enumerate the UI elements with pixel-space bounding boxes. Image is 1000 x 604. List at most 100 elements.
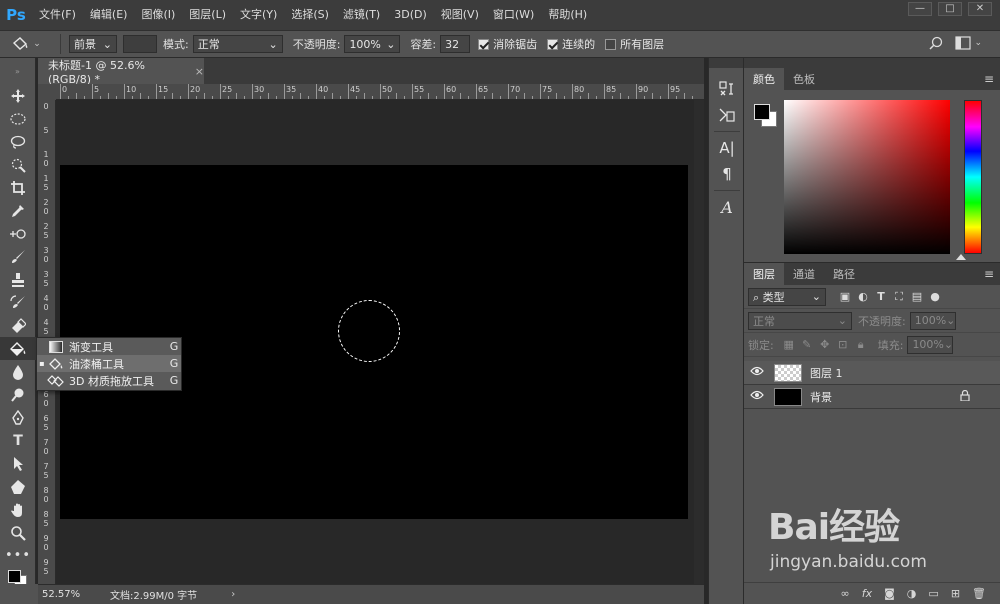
menu-3d[interactable]: 3D(D) <box>387 0 434 30</box>
search-icon[interactable] <box>928 36 944 55</box>
character-panel-icon[interactable]: A| <box>709 135 745 161</box>
brush-tool-icon[interactable] <box>0 245 36 268</box>
panel-menu-icon[interactable]: ≡ <box>984 72 994 86</box>
lasso-tool-icon[interactable] <box>0 130 36 153</box>
lock-all-icon[interactable]: 🔒︎ <box>852 338 870 352</box>
type-tool-icon[interactable]: T <box>0 429 36 452</box>
fx-icon[interactable]: fx <box>862 587 872 600</box>
eyedropper-tool-icon[interactable] <box>0 199 36 222</box>
tool-preset-picker[interactable]: ⌄ <box>0 36 52 52</box>
horizontal-ruler[interactable]: 0 5 10 15 20 25 30 35 40 45 50 55 60 65 70 75 80 85 90 95 <box>56 84 704 100</box>
pattern-picker[interactable] <box>123 35 157 53</box>
minimize-button[interactable]: — <box>908 2 932 16</box>
filter-pixel-icon[interactable]: ▣ <box>836 290 854 303</box>
layer-row[interactable]: 背景 <box>744 385 1000 409</box>
trash-icon[interactable]: 🗑︎ <box>972 587 986 600</box>
close-button[interactable]: ✕ <box>968 2 992 16</box>
menu-layer[interactable]: 图层(L) <box>182 0 233 30</box>
blend-mode-select[interactable]: 正常 ⌄ <box>748 311 852 330</box>
group-icon[interactable]: ▭ <box>928 587 938 600</box>
history-panel-icon[interactable] <box>709 76 745 102</box>
tab-paths[interactable]: 路径 <box>824 263 864 285</box>
menu-image[interactable]: 图像(I) <box>134 0 182 30</box>
new-layer-icon[interactable]: ⊞ <box>951 587 960 600</box>
dock-grip[interactable] <box>709 58 743 68</box>
shape-tool-icon[interactable] <box>0 475 36 498</box>
workspace-switcher[interactable]: ⌄ <box>955 36 982 50</box>
flyout-paint-bucket-tool[interactable]: ▪ 油漆桶工具 G <box>37 355 181 372</box>
layer-opacity-input[interactable]: 100% ⌄ <box>909 311 956 330</box>
eye-icon[interactable] <box>744 366 770 379</box>
paint-bucket-tool-icon[interactable] <box>0 337 36 360</box>
antialias-checkbox[interactable]: 消除锯齿 <box>478 36 537 52</box>
hue-slider-marker-icon[interactable] <box>956 254 966 260</box>
tab-layers[interactable]: 图层 <box>744 263 784 285</box>
contiguous-checkbox[interactable]: 连续的 <box>547 36 595 52</box>
all-layers-checkbox[interactable]: 所有图层 <box>605 36 664 52</box>
tab-channels[interactable]: 通道 <box>784 263 824 285</box>
zoom-tool-icon[interactable] <box>0 521 36 544</box>
eye-icon[interactable] <box>744 390 770 403</box>
filter-shape-icon[interactable]: ⛶ <box>890 290 908 304</box>
link-icon[interactable]: ∞ <box>841 587 850 600</box>
filter-toggle-icon[interactable]: ● <box>926 290 944 303</box>
zoom-level[interactable]: 52.57% <box>38 589 98 600</box>
marquee-tool-icon[interactable] <box>0 107 36 130</box>
quick-selection-tool-icon[interactable] <box>0 153 36 176</box>
document-tab[interactable]: 未标题-1 @ 52.6%(RGB/8) * × <box>38 58 204 86</box>
menu-select[interactable]: 选择(S) <box>284 0 336 30</box>
flyout-3d-material-drop-tool[interactable]: 3D 材质拖放工具 G <box>37 372 181 389</box>
menu-edit[interactable]: 编辑(E) <box>83 0 135 30</box>
panel-menu-icon[interactable]: ≡ <box>984 267 994 281</box>
menu-view[interactable]: 视图(V) <box>434 0 486 30</box>
path-selection-tool-icon[interactable] <box>0 452 36 475</box>
panel-grip[interactable] <box>744 58 1000 68</box>
layer-name[interactable]: 背景 <box>810 389 832 405</box>
pen-tool-icon[interactable] <box>0 406 36 429</box>
foreground-color-swatch[interactable] <box>8 570 21 583</box>
menu-filter[interactable]: 滤镜(T) <box>336 0 387 30</box>
close-icon[interactable]: × <box>195 65 204 78</box>
hand-tool-icon[interactable] <box>0 498 36 521</box>
flyout-gradient-tool[interactable]: 渐变工具 G <box>37 338 181 355</box>
filter-adjustment-icon[interactable]: ◐ <box>854 290 872 303</box>
ruler-origin[interactable] <box>38 84 56 100</box>
maximize-button[interactable]: □ <box>938 2 962 16</box>
clone-stamp-tool-icon[interactable] <box>0 268 36 291</box>
menu-file[interactable]: 文件(F) <box>32 0 83 30</box>
filter-smart-object-icon[interactable]: ▤ <box>908 290 926 303</box>
color-picker-field[interactable] <box>784 100 950 254</box>
mask-icon[interactable]: ◙ <box>884 587 895 600</box>
lock-artboard-icon[interactable]: ⊡ <box>834 338 852 351</box>
fill-source-select[interactable]: 前景 ⌄ <box>69 35 117 53</box>
glyphs-panel-icon[interactable]: A <box>709 194 745 220</box>
hue-slider[interactable] <box>964 100 982 254</box>
crop-tool-icon[interactable] <box>0 176 36 199</box>
more-tools-icon[interactable]: ••• <box>0 544 36 567</box>
spot-healing-tool-icon[interactable] <box>0 222 36 245</box>
move-tool-icon[interactable] <box>0 84 36 107</box>
tolerance-input[interactable]: 32 <box>440 35 471 53</box>
workspace-scrollbar[interactable] <box>694 100 704 584</box>
lock-image-icon[interactable]: ✎ <box>798 338 816 351</box>
menu-help[interactable]: 帮助(H) <box>541 0 594 30</box>
adjustment-icon[interactable]: ◑ <box>907 587 917 600</box>
mode-select[interactable]: 正常 ⌄ <box>192 35 283 53</box>
actions-panel-icon[interactable] <box>709 102 745 128</box>
opacity-input[interactable]: 100% ⌄ <box>344 35 401 53</box>
history-brush-tool-icon[interactable] <box>0 291 36 314</box>
tab-swatches[interactable]: 色板 <box>784 68 824 90</box>
fill-input[interactable]: 100% ⌄ <box>907 335 954 354</box>
dodge-tool-icon[interactable] <box>0 383 36 406</box>
foreground-color-swatch[interactable] <box>754 104 770 120</box>
eraser-tool-icon[interactable] <box>0 314 36 337</box>
layer-filter-select[interactable]: ⌕ 类型 ⌄ <box>748 287 826 306</box>
blur-tool-icon[interactable] <box>0 360 36 383</box>
menu-type[interactable]: 文字(Y) <box>233 0 284 30</box>
layer-row[interactable]: 图层 1 <box>744 361 1000 385</box>
color-swatches[interactable] <box>6 566 32 588</box>
menu-window[interactable]: 窗口(W) <box>486 0 541 30</box>
paragraph-panel-icon[interactable]: ¶ <box>709 161 745 187</box>
layer-name[interactable]: 图层 1 <box>810 365 843 381</box>
tab-color[interactable]: 颜色 <box>744 68 784 90</box>
